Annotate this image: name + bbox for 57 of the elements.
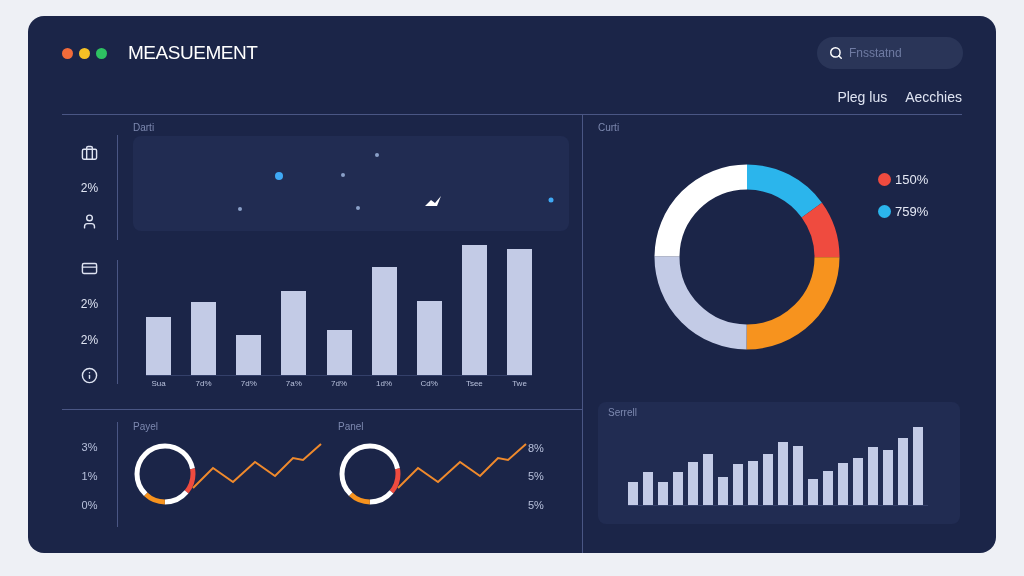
chart-bar bbox=[146, 316, 171, 375]
chart-bar bbox=[326, 329, 352, 375]
chart-bar bbox=[718, 476, 728, 505]
axis-label: Sua bbox=[150, 378, 167, 390]
chart-bar bbox=[793, 445, 803, 505]
search-field[interactable]: Fnsstatnd bbox=[817, 37, 963, 69]
panel-title: Panel bbox=[338, 422, 364, 432]
chart-bar bbox=[628, 481, 638, 505]
chart-bar bbox=[898, 437, 908, 505]
chart-bar bbox=[658, 481, 668, 505]
rail-label: 2% bbox=[80, 332, 99, 349]
nav-link[interactable]: Aecchies bbox=[905, 87, 962, 108]
axis-label: 7d% bbox=[194, 378, 213, 390]
axis-label: Cd% bbox=[419, 378, 439, 390]
chart-bar bbox=[808, 479, 818, 505]
axis-label: 7a% bbox=[284, 378, 303, 390]
chart-bar bbox=[673, 472, 683, 505]
panel-title: Payel bbox=[133, 422, 158, 432]
window-controls-icon[interactable] bbox=[62, 47, 107, 59]
card-icon[interactable] bbox=[81, 260, 98, 277]
chart-bar bbox=[733, 463, 743, 505]
chart-bar bbox=[643, 472, 653, 505]
axis-label: Tsee bbox=[464, 378, 484, 390]
info-icon[interactable] bbox=[81, 367, 98, 384]
legend-label: 150% bbox=[895, 171, 929, 189]
rail-label: 0% bbox=[81, 497, 98, 513]
search-icon bbox=[829, 46, 843, 60]
chart-bar bbox=[838, 462, 848, 505]
rail-label: 1% bbox=[81, 468, 98, 484]
chart-bar bbox=[823, 470, 833, 505]
briefcase-icon[interactable] bbox=[81, 145, 98, 162]
chart-bar bbox=[778, 441, 788, 505]
chart-bar bbox=[868, 447, 878, 505]
panel-title: Darti bbox=[133, 123, 155, 133]
axis-label: 8% bbox=[528, 441, 544, 456]
chart-bar bbox=[688, 462, 698, 505]
user-icon[interactable] bbox=[81, 213, 98, 230]
rail-label: 2% bbox=[80, 296, 99, 313]
rail-label: 2% bbox=[80, 179, 99, 197]
axis-label: 7d% bbox=[330, 378, 348, 390]
legend-label: 759% bbox=[895, 202, 929, 221]
nav-link[interactable]: Pleg lus bbox=[837, 87, 888, 108]
chart-bar bbox=[763, 454, 773, 505]
axis-label: 7d% bbox=[239, 378, 258, 390]
panel-title: Curti bbox=[598, 123, 620, 133]
axis-label: Twe bbox=[511, 378, 528, 390]
axis-label: 1d% bbox=[375, 378, 394, 390]
panel-title: Serrell bbox=[608, 408, 637, 418]
chart-bar bbox=[703, 454, 713, 505]
chart-bar bbox=[853, 458, 863, 505]
rail-label: 3% bbox=[81, 440, 98, 455]
axis-label: 5% bbox=[528, 497, 544, 513]
chart-bar bbox=[883, 449, 893, 505]
chart-bar bbox=[748, 460, 758, 505]
chart-bar bbox=[236, 334, 262, 375]
window-title: MEASUEMENT bbox=[128, 40, 258, 65]
axis-label: 5% bbox=[528, 469, 544, 485]
